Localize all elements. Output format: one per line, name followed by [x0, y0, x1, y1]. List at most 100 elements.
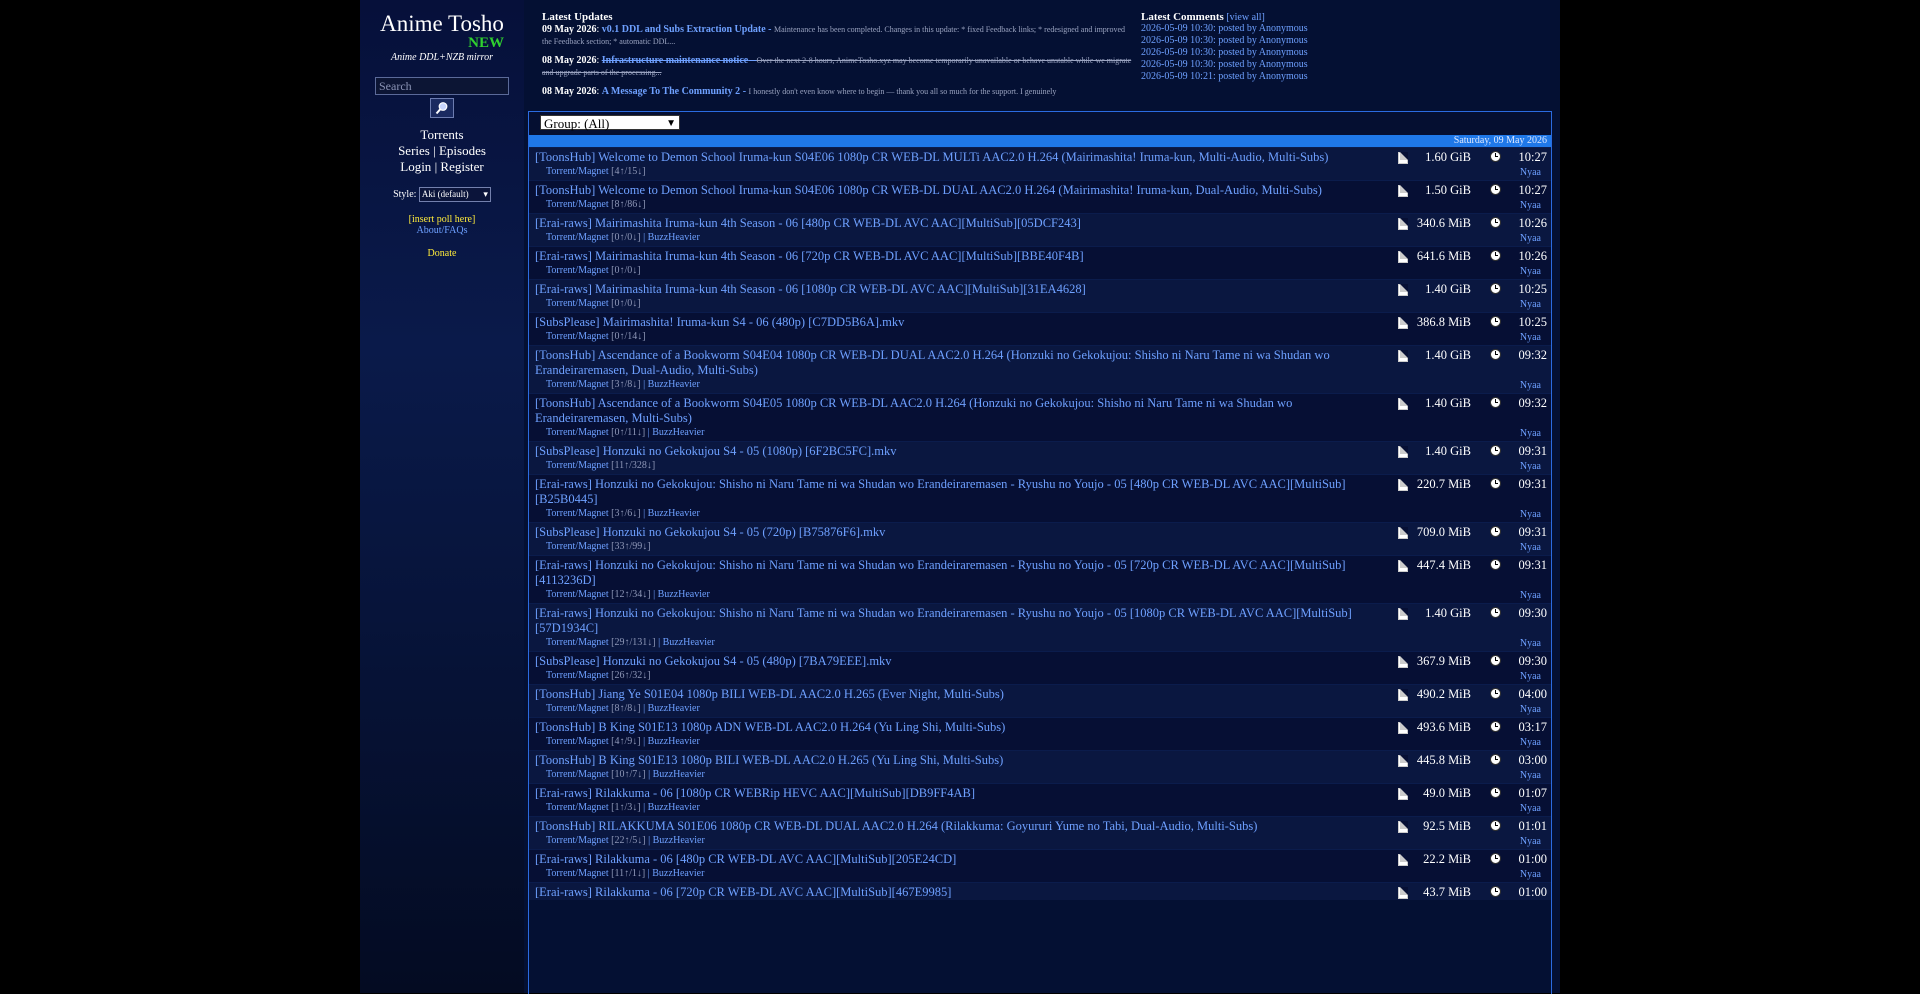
source-link[interactable]: Nyaa [1520, 428, 1541, 439]
source-link[interactable]: Nyaa [1520, 332, 1541, 343]
torrent-link[interactable]: Torrent [546, 835, 575, 846]
source-link[interactable]: Nyaa [1520, 266, 1541, 277]
magnet-link[interactable]: Magnet [578, 265, 609, 276]
file-icon[interactable] [1398, 854, 1408, 866]
torrent-link[interactable]: Torrent [546, 265, 575, 276]
torrent-link[interactable]: Torrent [546, 637, 575, 648]
magnet-link[interactable]: Magnet [578, 199, 609, 210]
torrent-link[interactable]: Torrent [546, 541, 575, 552]
update-title-link[interactable]: A Message To The Community 2 [602, 86, 740, 97]
magnet-link[interactable]: Magnet [578, 769, 609, 780]
torrent-link[interactable]: Torrent [546, 670, 575, 681]
file-icon[interactable] [1398, 152, 1408, 164]
ddl-host-link[interactable]: BuzzHeavier [648, 736, 700, 747]
poll-link[interactable]: [insert poll here] [360, 214, 524, 225]
file-icon[interactable] [1398, 218, 1408, 230]
comment-link[interactable]: 2026-05-09 10:30: posted by Anonymous [1141, 47, 1551, 59]
magnet-link[interactable]: Magnet [578, 427, 609, 438]
torrent-link[interactable]: Torrent [546, 769, 575, 780]
source-link[interactable]: Nyaa [1520, 869, 1541, 880]
magnet-link[interactable]: Magnet [578, 166, 609, 177]
torrent-link[interactable]: Torrent [546, 736, 575, 747]
source-link[interactable]: Nyaa [1520, 542, 1541, 553]
source-link[interactable]: Nyaa [1520, 461, 1541, 472]
ddl-host-link[interactable]: BuzzHeavier [663, 637, 715, 648]
file-icon[interactable] [1398, 527, 1408, 539]
torrent-link[interactable]: Torrent [546, 379, 575, 390]
magnet-link[interactable]: Magnet [578, 379, 609, 390]
nav-register[interactable]: Register [440, 159, 483, 174]
file-icon[interactable] [1398, 446, 1408, 458]
group-select[interactable]: Group: (All) ▼ [540, 115, 680, 131]
comment-link[interactable]: 2026-05-09 10:30: posted by Anonymous [1141, 23, 1551, 35]
file-icon[interactable] [1398, 608, 1408, 620]
ddl-host-link[interactable]: BuzzHeavier [648, 703, 700, 714]
magnet-link[interactable]: Magnet [578, 541, 609, 552]
file-icon[interactable] [1398, 656, 1408, 668]
nav-login[interactable]: Login [400, 159, 431, 174]
ddl-host-link[interactable]: BuzzHeavier [648, 379, 700, 390]
source-link[interactable]: Nyaa [1520, 200, 1541, 211]
file-icon[interactable] [1398, 755, 1408, 767]
source-link[interactable]: Nyaa [1520, 836, 1541, 847]
source-link[interactable]: Nyaa [1520, 299, 1541, 310]
magnet-link[interactable]: Magnet [578, 589, 609, 600]
site-title[interactable]: Anime Tosho [360, 12, 524, 36]
ddl-host-link[interactable]: BuzzHeavier [653, 769, 705, 780]
ddl-host-link[interactable]: BuzzHeavier [658, 589, 710, 600]
torrent-link[interactable]: Torrent [546, 199, 575, 210]
torrent-link[interactable]: Torrent [546, 331, 575, 342]
search-button[interactable] [430, 98, 454, 118]
magnet-link[interactable]: Magnet [578, 298, 609, 309]
ddl-host-link[interactable]: BuzzHeavier [648, 232, 700, 243]
comment-link[interactable]: 2026-05-09 10:30: posted by Anonymous [1141, 59, 1551, 71]
update-title-link[interactable]: Infrastructure maintenance notice [602, 55, 748, 66]
ddl-host-link[interactable]: BuzzHeavier [648, 508, 700, 519]
nav-series[interactable]: Series [398, 143, 430, 158]
file-icon[interactable] [1398, 398, 1408, 410]
file-icon[interactable] [1398, 821, 1408, 833]
magnet-link[interactable]: Magnet [578, 703, 609, 714]
source-link[interactable]: Nyaa [1520, 509, 1541, 520]
comment-link[interactable]: 2026-05-09 10:30: posted by Anonymous [1141, 35, 1551, 47]
source-link[interactable]: Nyaa [1520, 590, 1541, 601]
magnet-link[interactable]: Magnet [578, 460, 609, 471]
view-all-comments-link[interactable]: [view all] [1226, 12, 1265, 23]
style-select[interactable]: Aki (default) ▾ [418, 187, 491, 202]
file-icon[interactable] [1398, 479, 1408, 491]
torrent-link[interactable]: Torrent [546, 166, 575, 177]
magnet-link[interactable]: Magnet [578, 670, 609, 681]
ddl-host-link[interactable]: BuzzHeavier [648, 802, 700, 813]
file-icon[interactable] [1398, 689, 1408, 701]
ddl-host-link[interactable]: BuzzHeavier [652, 427, 704, 438]
about-link[interactable]: About/FAQs [360, 225, 524, 236]
source-link[interactable]: Nyaa [1520, 671, 1541, 682]
magnet-link[interactable]: Magnet [578, 508, 609, 519]
source-link[interactable]: Nyaa [1520, 638, 1541, 649]
file-icon[interactable] [1398, 560, 1408, 572]
file-icon[interactable] [1398, 350, 1408, 362]
torrent-link[interactable]: Torrent [546, 508, 575, 519]
search-input[interactable]: Search [375, 77, 509, 95]
source-link[interactable]: Nyaa [1520, 167, 1541, 178]
magnet-link[interactable]: Magnet [578, 637, 609, 648]
nav-episodes[interactable]: Episodes [439, 143, 486, 158]
file-icon[interactable] [1398, 317, 1408, 329]
file-icon[interactable] [1398, 788, 1408, 800]
update-title-link[interactable]: v0.1 DDL and Subs Extraction Update [602, 24, 766, 35]
ddl-host-link[interactable]: BuzzHeavier [653, 835, 705, 846]
source-link[interactable]: Nyaa [1520, 380, 1541, 391]
torrent-link[interactable]: Torrent [546, 232, 575, 243]
torrent-link[interactable]: Torrent [546, 460, 575, 471]
source-link[interactable]: Nyaa [1520, 233, 1541, 244]
torrent-link[interactable]: Torrent [546, 703, 575, 714]
source-link[interactable]: Nyaa [1520, 704, 1541, 715]
torrent-link[interactable]: Torrent [546, 868, 575, 879]
file-icon[interactable] [1398, 251, 1408, 263]
source-link[interactable]: Nyaa [1520, 737, 1541, 748]
torrent-link[interactable]: Torrent [546, 802, 575, 813]
torrent-link[interactable]: Torrent [546, 427, 575, 438]
magnet-link[interactable]: Magnet [578, 331, 609, 342]
magnet-link[interactable]: Magnet [578, 868, 609, 879]
torrent-link[interactable]: Torrent [546, 298, 575, 309]
